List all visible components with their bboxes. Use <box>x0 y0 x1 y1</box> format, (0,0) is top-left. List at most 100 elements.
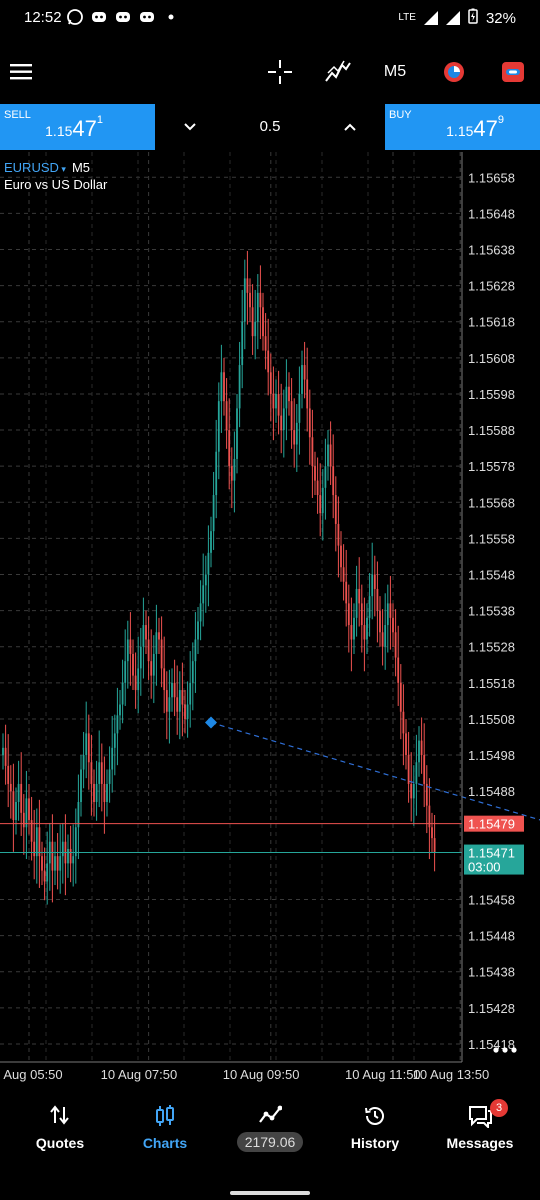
candle-body <box>181 690 184 705</box>
y-tick-label: 1.15618 <box>468 315 515 330</box>
buy-button[interactable]: BUY 1.15479 <box>385 104 540 150</box>
y-tick-label: 1.15648 <box>468 206 515 221</box>
candle-body <box>306 379 309 409</box>
buy-price: 1.15479 <box>446 114 504 142</box>
candle-body <box>249 292 251 308</box>
candle-body <box>288 386 290 402</box>
toolbar: M5 <box>0 40 540 104</box>
candle-body <box>121 682 124 705</box>
candle-body <box>158 632 160 640</box>
bid-price-label: 1.15471 <box>468 846 515 861</box>
bottom-navigation: Quotes Charts 2179.06 History 3 Messages <box>0 1090 540 1200</box>
candle-body <box>311 437 314 467</box>
candle-body <box>355 588 358 618</box>
home-indicator[interactable] <box>230 1191 310 1195</box>
sell-label: SELL <box>4 109 31 121</box>
candle-body <box>124 661 127 683</box>
candle-body <box>22 812 25 828</box>
candle-body <box>160 639 163 669</box>
nav-quotes[interactable]: Quotes <box>10 1090 110 1170</box>
candle-body <box>134 675 137 691</box>
chart-area[interactable]: 1.15479 1.15471 03:00 1.15658 1.15648 1.1563… <box>0 152 540 1087</box>
indicators-button[interactable] <box>321 40 355 104</box>
candle-body <box>277 393 280 416</box>
candle-body <box>373 574 376 589</box>
network-type: LTE <box>398 12 416 23</box>
nav-history[interactable]: History <box>325 1090 425 1170</box>
quotes-arrows-icon <box>50 1105 69 1125</box>
candle-body <box>334 495 337 524</box>
candle-body <box>103 783 106 802</box>
nav-trade[interactable]: 2179.06 <box>220 1090 320 1170</box>
nav-history-label: History <box>350 1135 400 1151</box>
candle-body <box>423 755 426 784</box>
candle-body <box>259 292 262 308</box>
candle-body <box>204 574 207 586</box>
nav-charts[interactable]: Charts <box>115 1090 215 1170</box>
symbol-description: Euro vs US Dollar <box>4 177 108 192</box>
symbol-name: EURUSD <box>4 160 59 175</box>
candle-body <box>389 603 392 618</box>
y-tick-label: 1.15628 <box>468 279 515 294</box>
y-tick-label: 1.15538 <box>468 604 515 619</box>
chart-symbol[interactable]: EURUSD ▾ M5 <box>4 160 90 175</box>
candle-body <box>132 653 134 676</box>
y-tick-label: 1.15658 <box>468 170 515 185</box>
candle-body <box>72 856 75 864</box>
y-tick-label: 1.15598 <box>468 387 515 402</box>
candle-body <box>230 466 233 481</box>
candle-body <box>319 495 322 514</box>
crosshair-button[interactable] <box>264 40 296 104</box>
x-tick-label: 10 Aug 13:50 <box>413 1067 490 1082</box>
more-options-button[interactable] <box>493 1041 517 1059</box>
nav-messages[interactable]: 3 Messages <box>430 1090 530 1170</box>
candle-body <box>145 625 147 640</box>
candle-body <box>43 870 46 882</box>
sell-price: 1.15471 <box>45 114 103 142</box>
candle-body <box>87 733 90 763</box>
candle-body <box>420 740 423 756</box>
candle-body <box>155 632 158 654</box>
candle-body <box>431 827 433 839</box>
notification-icons <box>66 8 180 26</box>
candle-body <box>314 466 316 481</box>
dot-icon <box>162 8 180 26</box>
candle-body <box>415 762 418 784</box>
candle-body <box>402 711 405 734</box>
candle-body <box>225 401 228 431</box>
candle-body <box>197 621 199 640</box>
candle-body <box>61 841 64 857</box>
candlestick-icon <box>156 1105 174 1126</box>
sell-button[interactable]: SELL 1.15471 <box>0 104 155 150</box>
candle-body <box>340 545 342 568</box>
candle-body <box>150 661 153 676</box>
candle-body <box>142 625 145 647</box>
candle-body <box>147 639 150 662</box>
candle-body <box>95 783 98 802</box>
menu-button[interactable] <box>6 40 38 104</box>
price-chart[interactable]: 1.15479 1.1547103:00 1.15658 1.15648 1.1563… <box>0 152 540 1087</box>
candle-body <box>290 401 293 431</box>
lot-increase-button[interactable] <box>315 104 385 150</box>
lot-size[interactable]: 0.5 <box>225 104 315 150</box>
candle-body <box>264 336 267 351</box>
candle-body <box>241 321 244 366</box>
candle-body <box>113 733 116 748</box>
objects-button[interactable] <box>437 40 471 104</box>
lot-decrease-button[interactable] <box>155 104 225 150</box>
candle-body <box>251 307 254 337</box>
candle-body <box>350 625 353 640</box>
bar-countdown-label: 03:00 <box>468 860 501 875</box>
candle-body <box>342 567 345 582</box>
candle-body <box>129 639 132 654</box>
candle-body <box>256 292 259 322</box>
candle-body <box>337 523 340 546</box>
candle-body <box>329 444 332 467</box>
candle-body <box>202 585 205 604</box>
trade-button[interactable] <box>496 40 530 104</box>
timeframe-button[interactable]: M5 <box>378 40 412 104</box>
indicators-icon <box>325 60 351 82</box>
chevron-down-icon <box>184 123 196 131</box>
buy-label: BUY <box>389 109 412 121</box>
candle-body <box>56 856 59 871</box>
